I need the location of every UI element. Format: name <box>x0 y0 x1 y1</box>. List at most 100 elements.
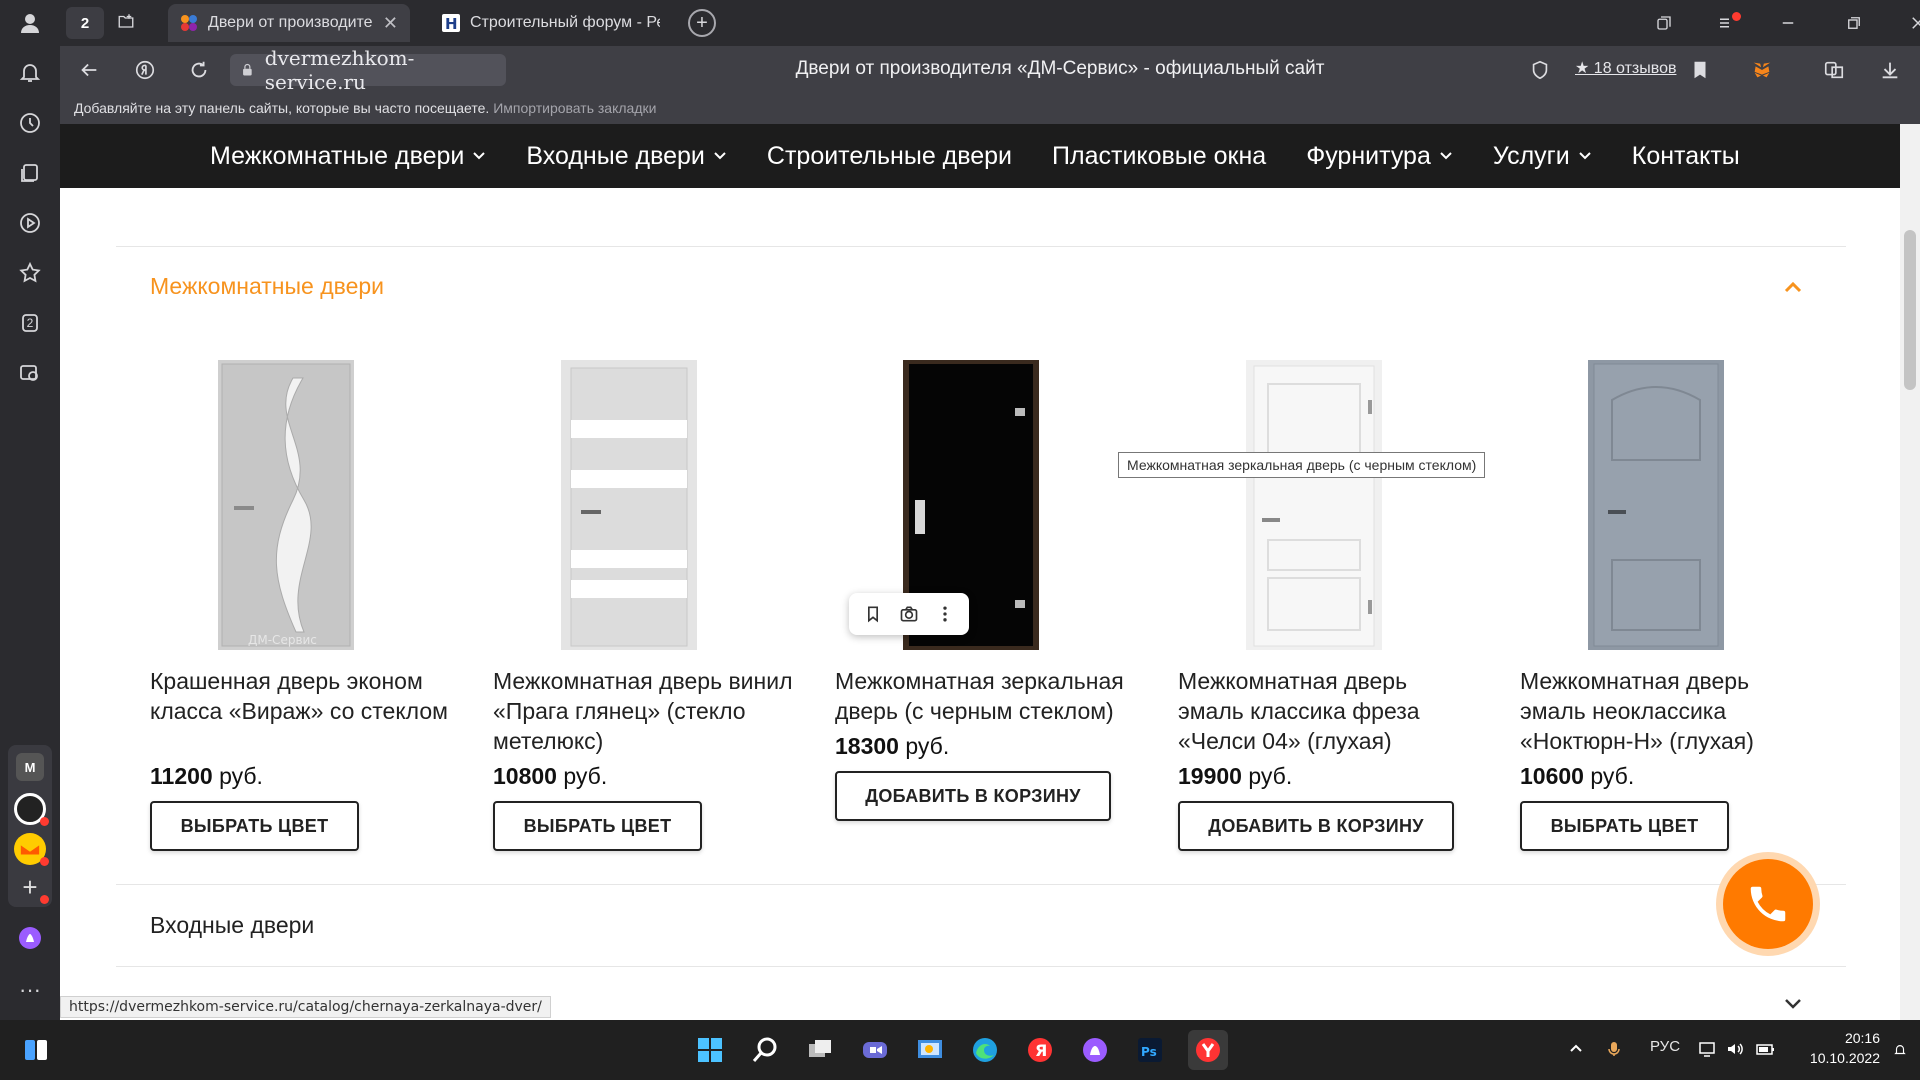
star-icon[interactable] <box>10 253 50 293</box>
bell-icon[interactable] <box>10 52 50 92</box>
site-nav: Межкомнатные двери Входные двери Строите… <box>60 124 1900 188</box>
more-icon[interactable]: ··· <box>10 970 50 1010</box>
choose-color-button[interactable]: ВЫБРАТЬ ЦВЕТ <box>493 801 702 851</box>
product-name[interactable]: Межкомнатная дверь винил «Прага глянец» … <box>493 666 793 756</box>
callback-button[interactable] <box>1716 852 1820 956</box>
scrollbar-thumb[interactable] <box>1904 230 1916 390</box>
language-indicator[interactable]: РУС <box>1650 1038 1680 1055</box>
photoshop-icon[interactable]: Ps <box>1130 1030 1170 1070</box>
download-icon[interactable] <box>1876 56 1904 84</box>
history-icon[interactable] <box>10 103 50 143</box>
network-icon[interactable] <box>1698 1040 1716 1062</box>
tabs-panel-icon[interactable] <box>1644 8 1684 38</box>
back-icon[interactable] <box>74 55 104 85</box>
close-window-icon[interactable] <box>1898 8 1920 38</box>
tab-doors[interactable]: Двери от производите ✕ <box>168 4 410 42</box>
choose-color-button[interactable]: ВЫБРАТЬ ЦВЕТ <box>150 801 359 851</box>
category-title-entrance[interactable]: Входные двери <box>150 912 314 939</box>
microphone-icon[interactable] <box>1606 1040 1622 1062</box>
url-field[interactable]: dvermezhkom-service.ru <box>230 46 506 94</box>
nav-interior-doors[interactable]: Межкомнатные двери <box>210 142 486 171</box>
alice-icon[interactable] <box>10 918 50 958</box>
nav-plastic-windows[interactable]: Пластиковые окна <box>1052 142 1266 171</box>
nav-construction-doors[interactable]: Строительные двери <box>767 142 1012 171</box>
nav-label: Контакты <box>1631 141 1740 170</box>
bookmark-icon[interactable] <box>1686 56 1714 84</box>
bookmark-icon[interactable] <box>863 604 883 624</box>
svg-text:Ps: Ps <box>1141 1045 1157 1059</box>
page-scrollbar[interactable] <box>1900 124 1920 1020</box>
collections-icon[interactable] <box>10 153 50 193</box>
product-name[interactable]: Межкомнатная зеркальная дверь (с черным … <box>835 666 1135 726</box>
control-panel-icon[interactable] <box>910 1030 950 1070</box>
more-vertical-icon[interactable] <box>935 604 955 624</box>
watermark: ДМ-Сервис <box>248 633 317 647</box>
menu-icon[interactable] <box>1706 8 1746 38</box>
product-name[interactable]: Крашенная дверь эконом класса «Вираж» со… <box>150 666 450 726</box>
search-icon[interactable] <box>745 1030 785 1070</box>
chevron-up-icon[interactable] <box>1780 274 1806 300</box>
add-to-cart-button[interactable]: ДОБАВИТЬ В КОРЗИНУ <box>1178 801 1454 851</box>
close-tab-icon[interactable]: ✕ <box>383 13 398 34</box>
volume-icon[interactable] <box>1726 1040 1744 1062</box>
tray-chevron-up-icon[interactable] <box>1568 1040 1584 1060</box>
product-price: 19900 руб. <box>1178 763 1292 790</box>
screenshot-icon[interactable] <box>10 353 50 393</box>
notifications-icon[interactable] <box>1893 1042 1907 1062</box>
nav-entrance-doors[interactable]: Входные двери <box>526 142 727 171</box>
yandex-icon[interactable] <box>130 55 160 85</box>
nav-contacts[interactable]: Контакты <box>1632 142 1740 171</box>
metamask-icon[interactable] <box>1746 54 1778 86</box>
alice-taskbar-icon[interactable] <box>1075 1030 1115 1070</box>
nav-hardware[interactable]: Фурнитура <box>1306 142 1453 171</box>
choose-color-button[interactable]: ВЫБРАТЬ ЦВЕТ <box>1520 801 1729 851</box>
chat-icon[interactable] <box>855 1030 895 1070</box>
product-name[interactable]: Межкомнатная дверь эмаль классика фреза … <box>1178 666 1478 756</box>
battery-icon[interactable] <box>1756 1040 1776 1062</box>
currency: руб. <box>1248 763 1293 789</box>
svg-text:H: H <box>445 15 458 32</box>
reload-icon[interactable] <box>184 55 214 85</box>
tab-groups-icon[interactable]: 2 <box>10 303 50 343</box>
tab-count-badge[interactable]: 2 <box>66 7 104 39</box>
bookmarks-hint: Добавляйте на эту панель сайты, которые … <box>74 100 490 116</box>
reviews-link[interactable]: ★ 18 отзывов <box>1575 58 1676 78</box>
status-url: https://dvermezhkom-service.ru/catalog/c… <box>60 996 551 1018</box>
yandex-browser-icon[interactable]: Я <box>1020 1030 1060 1070</box>
nav-services[interactable]: Услуги <box>1493 142 1592 171</box>
app-m-icon[interactable]: M <box>16 753 44 781</box>
currency: руб. <box>1590 763 1635 789</box>
play-icon[interactable] <box>10 203 50 243</box>
chevron-down-icon[interactable] <box>1782 992 1804 1014</box>
clock[interactable]: 20:16 10.10.2022 <box>1800 1028 1880 1068</box>
price-value: 10600 <box>1520 763 1584 789</box>
door-image-nocturne[interactable] <box>1588 360 1724 650</box>
widgets-icon[interactable] <box>16 1030 56 1070</box>
edge-icon[interactable] <box>965 1030 1005 1070</box>
yandex-active-icon[interactable] <box>1188 1030 1228 1070</box>
forum-favicon: H <box>442 14 460 32</box>
profile-icon[interactable] <box>10 3 50 43</box>
camera-search-icon[interactable] <box>899 604 919 624</box>
nav-label: Входные двери <box>526 141 705 170</box>
url-text: dvermezhkom-service.ru <box>264 46 415 94</box>
add-to-cart-button[interactable]: ДОБАВИТЬ В КОРЗИНУ <box>835 771 1111 821</box>
restore-icon[interactable] <box>1834 8 1874 38</box>
protect-icon[interactable] <box>1526 56 1554 84</box>
door-image-chelsea[interactable] <box>1246 360 1382 650</box>
task-view-icon[interactable] <box>800 1030 840 1070</box>
currency: руб. <box>563 763 608 789</box>
new-tab-group-icon[interactable] <box>106 6 146 36</box>
start-icon[interactable] <box>690 1030 730 1070</box>
clock-time: 20:16 <box>1844 1030 1880 1046</box>
product-name[interactable]: Межкомнатная дверь эмаль неоклассика «Но… <box>1520 666 1820 756</box>
tab-forum[interactable]: H Строительный форум - Ре <box>430 4 672 42</box>
new-tab-button[interactable]: + <box>688 9 716 37</box>
category-title[interactable]: Межкомнатные двери <box>150 273 384 300</box>
tab-title: Строительный форум - Ре <box>470 14 660 31</box>
door-image-viraj[interactable]: ДМ-Сервис <box>218 360 354 650</box>
door-image-praga[interactable] <box>561 360 697 650</box>
minimize-icon[interactable] <box>1768 8 1808 38</box>
translate-icon[interactable] <box>1820 56 1848 84</box>
import-bookmarks-link[interactable]: Импортировать закладки <box>493 100 656 116</box>
